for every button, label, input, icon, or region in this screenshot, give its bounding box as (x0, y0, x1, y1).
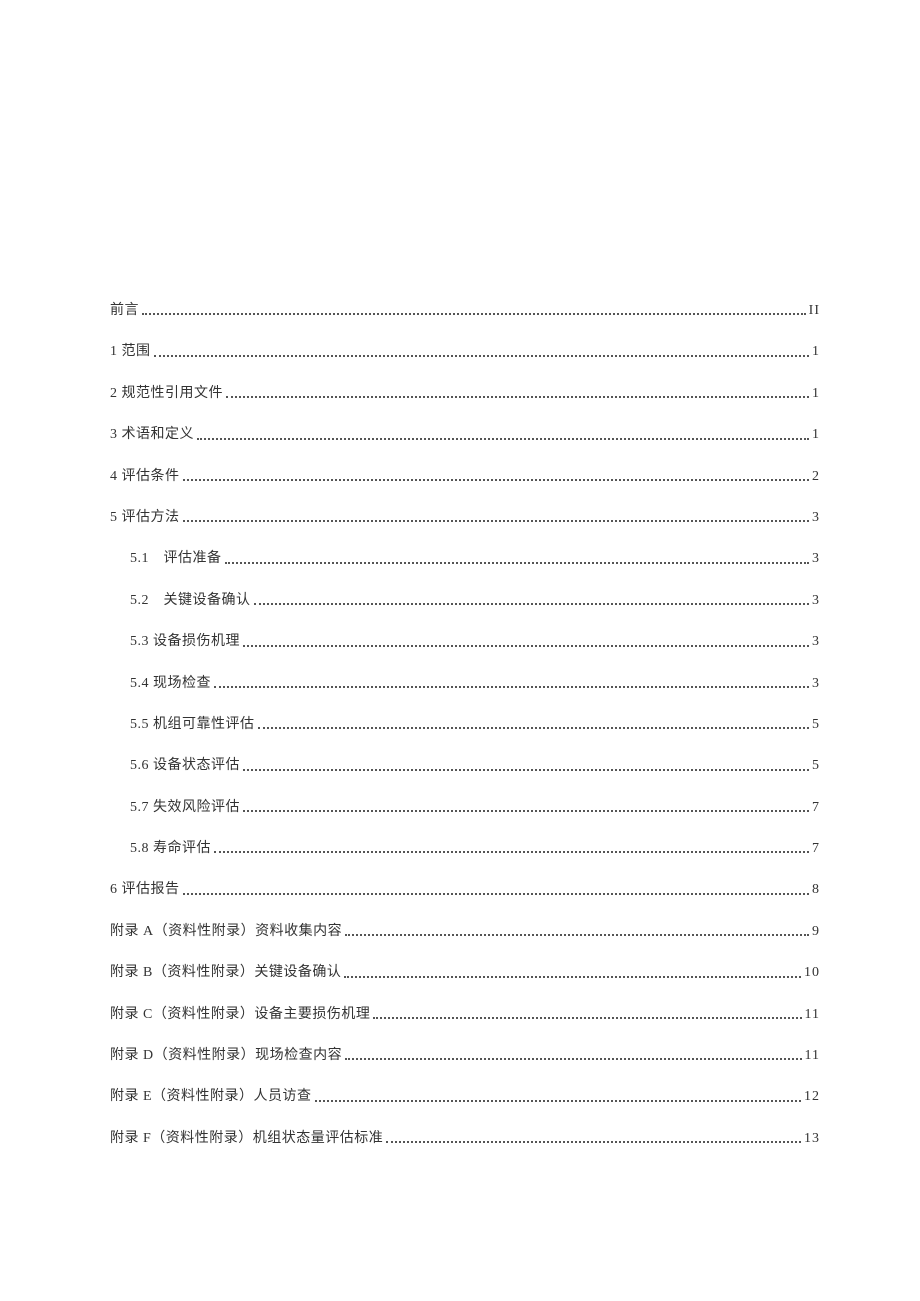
toc-dot-leader (258, 727, 810, 729)
toc-entry: 附录 C（资料性附录）设备主要损伤机理 11 (110, 1004, 820, 1026)
toc-entry-title: 1 范围 (110, 341, 151, 363)
toc-dot-leader (345, 934, 809, 936)
toc-entry-page: 3 (812, 673, 820, 695)
toc-dot-leader (345, 1058, 801, 1060)
toc-entry: 附录 F（资料性附录）机组状态量评估标准 13 (110, 1128, 820, 1150)
toc-entry: 1 范围 1 (110, 341, 820, 363)
toc-entry-page: 11 (805, 1004, 820, 1026)
toc-dot-leader (183, 893, 810, 895)
toc-entry-title: 2 规范性引用文件 (110, 383, 223, 405)
toc-entry-page: 3 (812, 631, 820, 653)
toc-entry-title: 附录 C（资料性附录）设备主要损伤机理 (110, 1004, 370, 1026)
toc-entry-title: 6 评估报告 (110, 879, 180, 901)
toc-dot-leader (154, 355, 810, 357)
toc-dot-leader (226, 396, 809, 398)
toc-dot-leader (214, 851, 809, 853)
toc-entry: 6 评估报告 8 (110, 879, 820, 901)
toc-entry-title: 5.7 失效风险评估 (130, 797, 240, 819)
toc-entry-page: 9 (812, 921, 820, 943)
toc-entry-page: 5 (812, 755, 820, 777)
toc-entry-title: 5.4 现场检查 (130, 673, 211, 695)
toc-entry-title: 5.6 设备状态评估 (130, 755, 240, 777)
toc-entry-title: 附录 D（资料性附录）现场检查内容 (110, 1045, 342, 1067)
toc-entry-page: 10 (804, 962, 820, 984)
toc-dot-leader (386, 1141, 801, 1143)
toc-dot-leader (142, 313, 806, 315)
toc-entry-title: 附录 F（资料性附录）机组状态量评估标准 (110, 1128, 383, 1150)
toc-entry: 5.7 失效风险评估 7 (110, 797, 820, 819)
toc-entry-page: 11 (805, 1045, 820, 1067)
toc-entry-title: 3 术语和定义 (110, 424, 194, 446)
toc-entry: 5.4 现场检查 3 (110, 673, 820, 695)
toc-entry-title: 5.1 评估准备 (130, 548, 222, 570)
toc-entry: 2 规范性引用文件 1 (110, 383, 820, 405)
toc-entry: 4 评估条件 2 (110, 466, 820, 488)
toc-entry-page: 5 (812, 714, 820, 736)
toc-dot-leader (344, 976, 801, 978)
toc-entry: 5.6 设备状态评估 5 (110, 755, 820, 777)
toc-entry-page: 12 (804, 1086, 820, 1108)
toc-entry: 附录 B（资料性附录）关键设备确认 10 (110, 962, 820, 984)
toc-entry-title: 前言 (110, 300, 139, 322)
toc-entry-title: 5.8 寿命评估 (130, 838, 211, 860)
toc-entry: 附录 E（资料性附录）人员访查 12 (110, 1086, 820, 1108)
toc-dot-leader (197, 438, 809, 440)
toc-entry-page: II (809, 300, 820, 322)
toc-entry-title: 5.5 机组可靠性评估 (130, 714, 255, 736)
toc-entry-title: 附录 E（资料性附录）人员访查 (110, 1086, 312, 1108)
toc-entry: 5.8 寿命评估 7 (110, 838, 820, 860)
toc-entry-title: 附录 A（资料性附录）资料收集内容 (110, 921, 342, 943)
toc-entry: 5.3 设备损伤机理 3 (110, 631, 820, 653)
toc-entry: 5.2 关键设备确认 3 (110, 590, 820, 612)
toc-entry-title: 附录 B（资料性附录）关键设备确认 (110, 962, 341, 984)
toc-entry-title: 5.2 关键设备确认 (130, 590, 251, 612)
toc-dot-leader (373, 1017, 801, 1019)
toc-dot-leader (243, 810, 809, 812)
toc-dot-leader (243, 645, 809, 647)
table-of-contents: 前言 II 1 范围 1 2 规范性引用文件 1 3 术语和定义 1 4 评估条件 2 5 评估方法… (110, 300, 820, 1150)
toc-dot-leader (254, 603, 810, 605)
toc-entry-title: 5 评估方法 (110, 507, 180, 529)
toc-entry-page: 13 (804, 1128, 820, 1150)
toc-dot-leader (214, 686, 809, 688)
toc-entry-page: 1 (812, 424, 820, 446)
toc-entry-page: 3 (812, 507, 820, 529)
toc-entry: 5 评估方法 3 (110, 507, 820, 529)
toc-entry: 3 术语和定义 1 (110, 424, 820, 446)
toc-dot-leader (183, 479, 810, 481)
toc-dot-leader (315, 1100, 801, 1102)
toc-dot-leader (243, 769, 809, 771)
toc-entry: 5.1 评估准备 3 (110, 548, 820, 570)
toc-entry-page: 2 (812, 466, 820, 488)
toc-entry: 附录 D（资料性附录）现场检查内容 11 (110, 1045, 820, 1067)
toc-entry-page: 7 (812, 797, 820, 819)
toc-dot-leader (225, 562, 810, 564)
toc-entry-title: 5.3 设备损伤机理 (130, 631, 240, 653)
toc-entry-page: 3 (812, 590, 820, 612)
toc-entry: 5.5 机组可靠性评估 5 (110, 714, 820, 736)
toc-entry-page: 3 (812, 548, 820, 570)
toc-entry-page: 7 (812, 838, 820, 860)
toc-entry-page: 1 (812, 383, 820, 405)
toc-entry: 附录 A（资料性附录）资料收集内容 9 (110, 921, 820, 943)
toc-entry-page: 1 (812, 341, 820, 363)
toc-entry-title: 4 评估条件 (110, 466, 180, 488)
toc-entry: 前言 II (110, 300, 820, 322)
toc-entry-page: 8 (812, 879, 820, 901)
toc-dot-leader (183, 520, 810, 522)
